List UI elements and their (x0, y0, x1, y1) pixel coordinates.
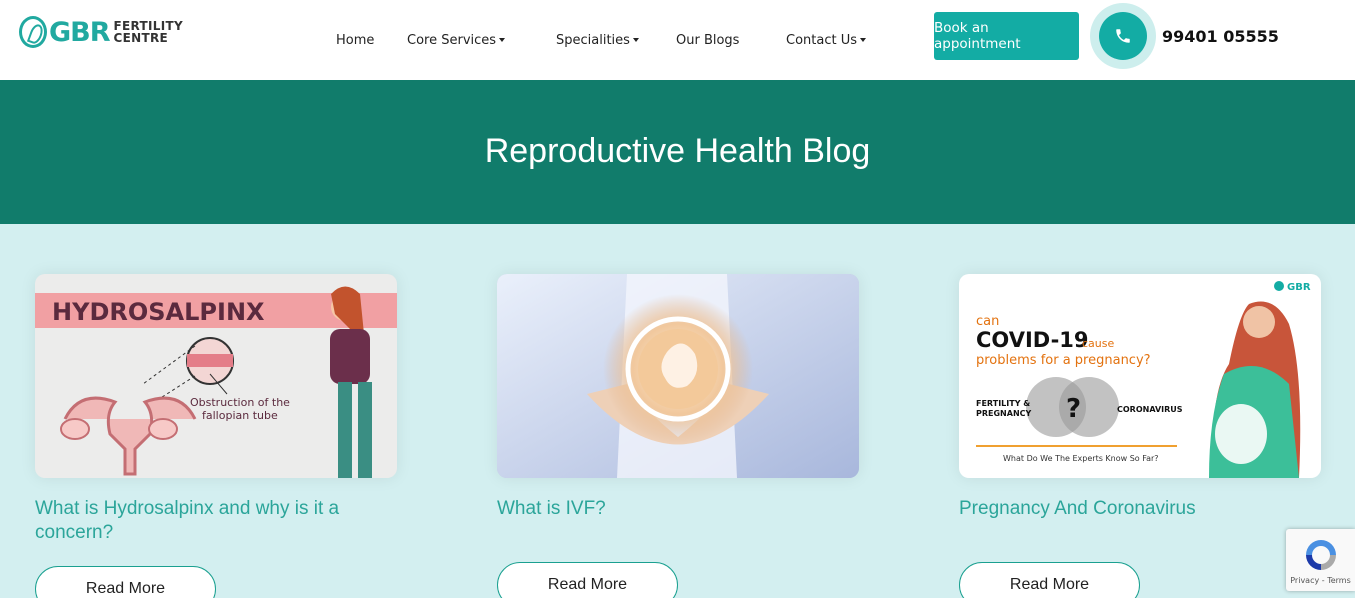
blog-card-image-coronavirus[interactable]: GBR can COVID-19 cause problems for a pr… (959, 274, 1321, 478)
read-more-button[interactable]: Read More (959, 562, 1140, 598)
book-appointment-button[interactable]: Book an appointment (934, 12, 1079, 60)
phone-icon (1099, 12, 1147, 60)
svg-text:?: ? (1066, 394, 1081, 424)
svg-text:What Do We The Experts Know So: What Do We The Experts Know So Far? (1003, 454, 1159, 463)
blog-title-coronavirus[interactable]: Pregnancy And Coronavirus (959, 497, 1319, 521)
nav-our-blogs[interactable]: Our Blogs (676, 33, 739, 48)
logo[interactable]: GBR FERTILITY CENTRE (19, 14, 183, 50)
nav-home[interactable]: Home (336, 33, 374, 48)
svg-text:GBR: GBR (1287, 282, 1311, 293)
blog-title-ivf[interactable]: What is IVF? (497, 497, 857, 521)
caret-down-icon (499, 38, 506, 42)
page-banner: Reproductive Health Blog (0, 80, 1355, 224)
caret-down-icon (632, 38, 639, 42)
hydrosalpinx-heading: HYDROSALPINX (52, 298, 265, 326)
read-more-button[interactable]: Read More (35, 566, 216, 598)
nav-core-services[interactable]: Core Services (407, 33, 506, 48)
blog-card-image-hydrosalpinx[interactable]: HYDROSALPINX Obstruction of the fallopia… (35, 274, 397, 478)
svg-text:PREGNANCY: PREGNANCY (976, 409, 1032, 418)
logo-gbr-text: GBR (49, 16, 111, 48)
read-more-button[interactable]: Read More (497, 562, 678, 598)
phone-button[interactable] (1090, 3, 1156, 69)
logo-subtitle: FERTILITY CENTRE (113, 19, 183, 45)
svg-text:Obstruction of the: Obstruction of the (190, 396, 290, 409)
nav-contact-us[interactable]: Contact Us (786, 33, 866, 48)
phone-number[interactable]: 99401 05555 (1162, 27, 1279, 46)
hydrosalpinx-illustration: HYDROSALPINX Obstruction of the fallopia… (35, 286, 397, 478)
svg-text:can: can (976, 314, 999, 329)
svg-text:CORONAVIRUS: CORONAVIRUS (1117, 405, 1183, 414)
ivf-illustration (497, 274, 859, 478)
blog-card-image-ivf[interactable] (497, 274, 859, 478)
caret-down-icon (860, 38, 866, 42)
svg-text:COVID-19: COVID-19 (976, 328, 1089, 352)
site-header: GBR FERTILITY CENTRE Home Core Services S… (0, 0, 1355, 80)
page-title: Reproductive Health Blog (484, 132, 871, 170)
svg-text:cause: cause (1082, 337, 1114, 350)
svg-text:FERTILITY &: FERTILITY & (976, 399, 1030, 408)
svg-text:fallopian tube: fallopian tube (202, 409, 278, 422)
recaptcha-links[interactable]: Privacy - Terms (1286, 576, 1355, 585)
nav-specialities[interactable]: Specialities (556, 33, 639, 48)
blog-title-hydrosalpinx[interactable]: What is Hydrosalpinx and why is it a con… (35, 497, 395, 545)
recaptcha-badge[interactable]: Privacy - Terms (1286, 529, 1355, 591)
leaf-logo-icon (19, 16, 47, 48)
recaptcha-icon (1306, 540, 1336, 570)
svg-text:problems for a pregnancy?: problems for a pregnancy? (976, 353, 1151, 368)
coronavirus-illustration: GBR can COVID-19 cause problems for a pr… (976, 281, 1311, 478)
